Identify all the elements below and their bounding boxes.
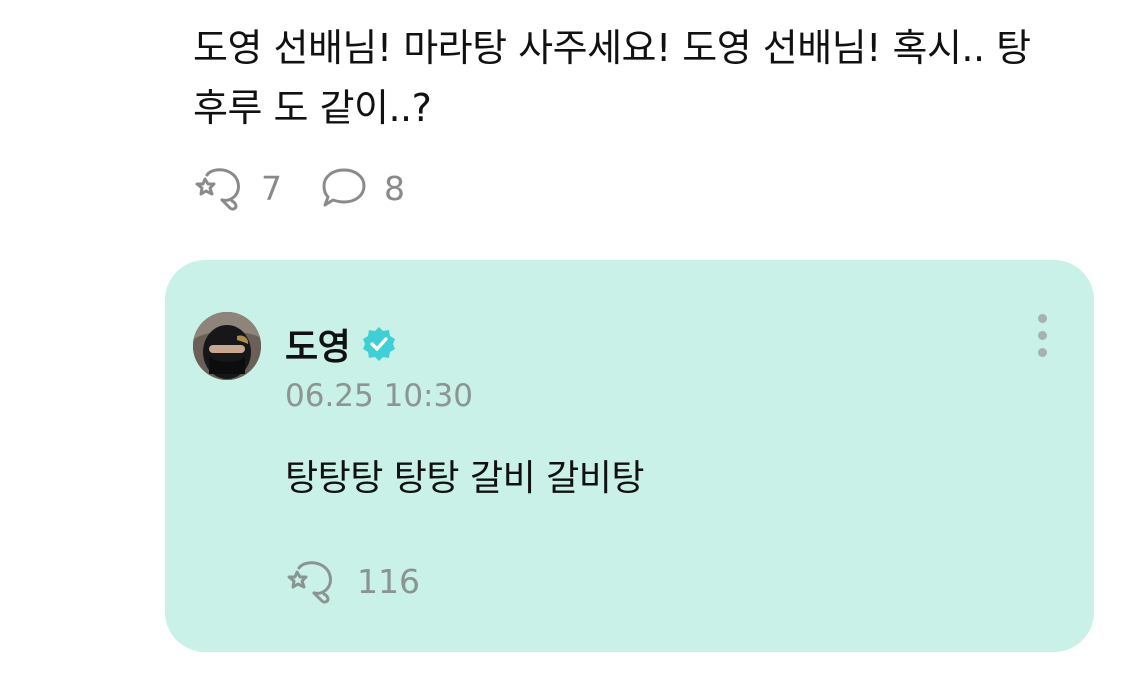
- reply-reaction-button[interactable]: 116: [285, 558, 420, 604]
- reply-text: 탕탕탕 탕탕 갈비 갈비탕: [285, 458, 645, 499]
- reaction-icon: [287, 561, 332, 604]
- post-reaction-button[interactable]: 7: [193, 165, 282, 211]
- post-reaction-count: 7: [261, 168, 282, 208]
- post-comment-button[interactable]: 8: [320, 166, 405, 210]
- reaction-icon: [195, 168, 240, 211]
- comment-icon: [322, 168, 366, 207]
- avatar[interactable]: [193, 312, 261, 380]
- reply-timestamp: 06.25 10:30: [285, 378, 473, 414]
- post-actions: 7 8: [193, 162, 405, 214]
- author-row: 도영: [285, 318, 398, 370]
- post-comment-count: 8: [384, 168, 405, 208]
- avatar-image: [193, 312, 261, 380]
- verified-badge-icon: [363, 327, 396, 361]
- post-text: 도영 선배님! 마라탕 사주세요! 도영 선배님! 혹시.. 탕후루 도 같이.…: [193, 26, 1031, 130]
- more-options-button[interactable]: [1027, 314, 1057, 370]
- more-vertical-icon: [1027, 314, 1057, 357]
- author-name[interactable]: 도영: [285, 318, 351, 370]
- reply-card: 도영 06.25 10:30 탕탕탕 탕탕 갈비 갈비탕 116: [165, 260, 1094, 652]
- reply-reaction-count: 116: [357, 561, 420, 601]
- reply-actions: 116: [285, 555, 420, 607]
